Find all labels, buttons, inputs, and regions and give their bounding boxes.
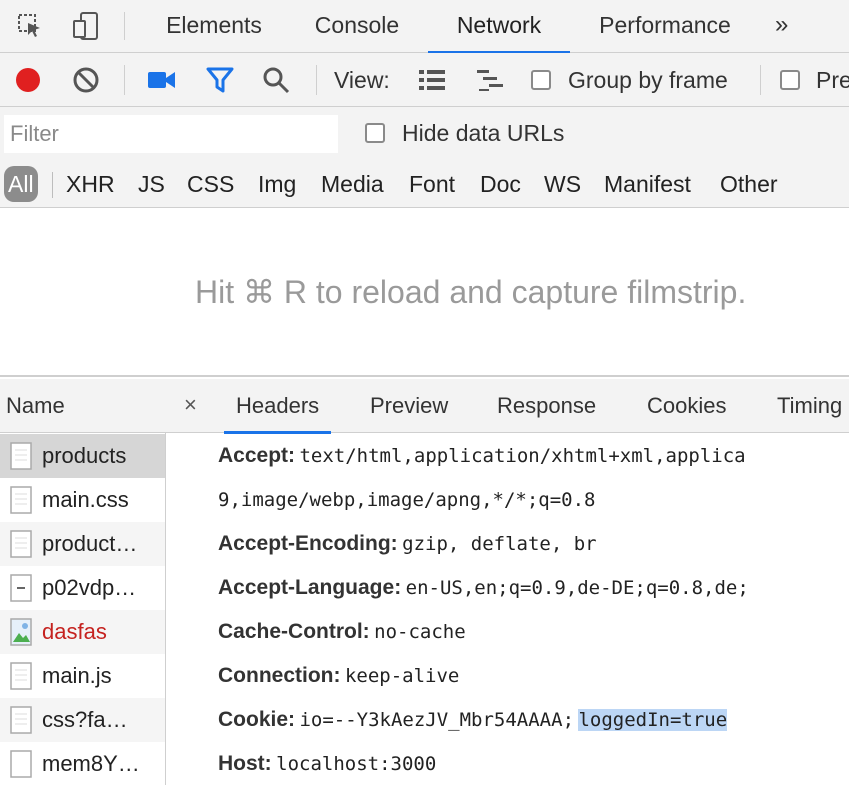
device-toolbar-icon[interactable] (70, 10, 102, 42)
header-key: Accept-Encoding: (218, 532, 398, 555)
type-filter-css[interactable]: CSS (187, 166, 234, 202)
header-row-host: Host: localhost:3000 (166, 742, 849, 785)
table-row[interactable]: main.js (0, 654, 165, 698)
hide-data-urls-checkbox[interactable] (365, 123, 385, 143)
header-key: Accept: (218, 444, 296, 467)
table-row[interactable]: main.css (0, 478, 165, 522)
request-name: main.css (42, 487, 129, 512)
tab-performance[interactable]: Performance (582, 0, 748, 53)
blank-file-icon (10, 750, 32, 778)
search-icon[interactable] (260, 64, 292, 96)
view-label: View: (334, 67, 390, 93)
header-row-connection: Connection: keep-alive (166, 654, 849, 698)
request-list-pane: Name products main.css product… p02vdp… … (0, 379, 166, 785)
type-filter-other[interactable]: Other (720, 166, 778, 202)
selected-cookie-text[interactable]: loggedIn=true (578, 709, 728, 731)
type-filter-doc[interactable]: Doc (480, 166, 521, 202)
header-value: localhost:3000 (276, 753, 437, 775)
header-key: Accept-Language: (218, 576, 402, 599)
document-icon (10, 530, 32, 558)
header-row-cookie: Cookie: io=--Y3kAezJV_Mbr54AAAA; loggedI… (166, 698, 849, 742)
table-row[interactable]: p02vdp… (0, 566, 165, 610)
preserve-log-label: Pre (816, 67, 849, 93)
filmstrip-message: Hit ⌘ R to reload and capture filmstrip. (195, 274, 747, 310)
image-icon (10, 618, 32, 646)
document-icon (10, 442, 32, 470)
table-row[interactable]: products (0, 434, 165, 478)
network-toolbar: View: Group by frame Pre (0, 53, 849, 107)
preserve-log-checkbox[interactable] (780, 70, 800, 90)
filter-icon[interactable] (204, 64, 236, 96)
header-key: Connection: (218, 664, 341, 687)
header-value: en-US,en;q=0.9,de-DE;q=0.8,de; (405, 577, 749, 599)
header-value: text/html,application/xhtml+xml,applica (299, 445, 746, 467)
details-tabbar: × Headers Preview Response Cookies Timin… (166, 379, 849, 434)
header-value: no-cache (374, 621, 466, 643)
clear-icon[interactable] (70, 64, 102, 96)
group-by-frame-checkbox[interactable] (531, 70, 551, 90)
devtools-tabbar: Elements Console Network Performance » (0, 0, 849, 54)
document-icon (10, 662, 32, 690)
request-list: products main.css product… p02vdp… dasfa… (0, 434, 165, 785)
table-row[interactable]: css?fa… (0, 698, 165, 742)
name-column-header[interactable]: Name (0, 379, 166, 433)
more-tabs-button[interactable]: » (775, 0, 788, 53)
tab-response[interactable]: Response (497, 379, 596, 433)
header-row-cache-control: Cache-Control: no-cache (166, 610, 849, 654)
tab-console[interactable]: Console (296, 0, 418, 53)
tab-headers[interactable]: Headers (223, 379, 332, 434)
table-row[interactable]: mem8Y… (0, 742, 165, 785)
header-row-accept: Accept: text/html,application/xhtml+xml,… (166, 434, 849, 478)
type-filter-manifest[interactable]: Manifest (604, 166, 691, 202)
table-row[interactable]: product… (0, 522, 165, 566)
table-row[interactable]: dasfas (0, 610, 165, 654)
capture-screenshots-icon[interactable] (146, 64, 178, 96)
large-rows-icon[interactable] (416, 64, 448, 96)
request-name: mem8Y… (42, 751, 140, 776)
header-value: gzip, deflate, br (402, 533, 597, 555)
header-key: Host: (218, 752, 272, 775)
inspect-element-icon[interactable] (14, 10, 46, 42)
record-icon[interactable] (12, 64, 44, 96)
header-value: io=--Y3kAezJV_Mbr54AAAA; (299, 709, 575, 731)
tab-preview[interactable]: Preview (370, 379, 448, 433)
tab-cookies[interactable]: Cookies (647, 379, 726, 433)
type-filter-js[interactable]: JS (138, 166, 165, 202)
document-icon (10, 486, 32, 514)
request-details-pane: × Headers Preview Response Cookies Timin… (166, 379, 849, 785)
document-icon (10, 706, 32, 734)
filter-input[interactable] (4, 115, 338, 153)
request-name: css?fa… (42, 707, 128, 732)
script-icon (10, 574, 32, 602)
tab-elements[interactable]: Elements (146, 0, 282, 53)
request-headers-list: Accept: text/html,application/xhtml+xml,… (166, 434, 849, 785)
tab-network[interactable]: Network (428, 0, 570, 54)
request-name: p02vdp… (42, 575, 137, 600)
header-value: keep-alive (344, 665, 460, 687)
type-filter-font[interactable]: Font (409, 166, 455, 202)
request-name: product… (42, 531, 138, 556)
filter-row: Hide data URLs (0, 107, 849, 160)
filmstrip-area: Hit ⌘ R to reload and capture filmstrip. (0, 209, 849, 377)
hide-data-urls-label: Hide data URLs (402, 120, 565, 146)
close-details-button[interactable]: × (184, 379, 197, 433)
header-row-accept-encoding: Accept-Encoding: gzip, deflate, br (166, 522, 849, 566)
type-filter-all[interactable]: All (4, 166, 38, 202)
header-row-accept-language: Accept-Language: en-US,en;q=0.9,de-DE;q=… (166, 566, 849, 610)
type-filter-xhr[interactable]: XHR (66, 166, 115, 202)
request-name: dasfas (42, 619, 107, 644)
group-by-frame-label: Group by frame (568, 67, 728, 93)
request-name: main.js (42, 663, 112, 688)
type-filter-img[interactable]: Img (258, 166, 296, 202)
overview-waterfall-icon[interactable] (474, 64, 506, 96)
request-name: products (42, 443, 127, 468)
header-key: Cookie: (218, 708, 296, 731)
resource-type-filters: All XHR JS CSS Img Media Font Doc WS Man… (0, 160, 849, 208)
header-value: 9,image/webp,image/apng,*/*;q=0.8 (218, 489, 596, 511)
header-row-accept-continued: 9,image/webp,image/apng,*/*;q=0.8 (166, 478, 849, 522)
type-filter-media[interactable]: Media (321, 166, 384, 202)
header-key: Cache-Control: (218, 620, 370, 643)
tab-timing[interactable]: Timing (777, 379, 842, 433)
type-filter-ws[interactable]: WS (544, 166, 581, 202)
